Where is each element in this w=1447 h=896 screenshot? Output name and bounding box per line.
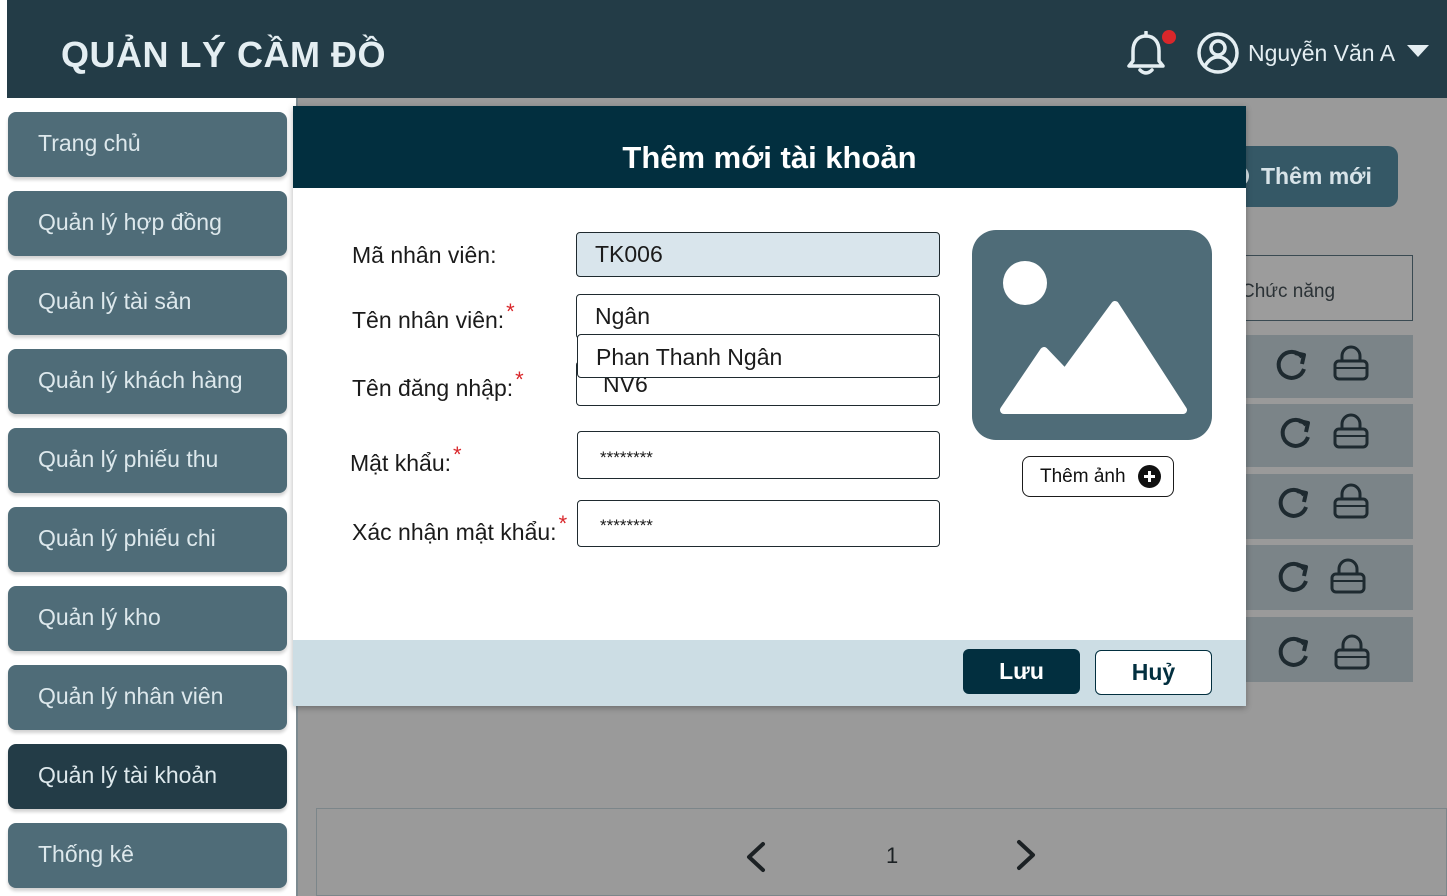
- username-label: Tên đăng nhập:*: [352, 367, 524, 401]
- add-new-button[interactable]: Thêm mới: [1227, 146, 1398, 207]
- sidebar-item-receipts[interactable]: Quản lý phiếu thu: [8, 428, 287, 493]
- reset-icon[interactable]: [1273, 483, 1313, 523]
- employee-code-label: Mã nhân viên:: [352, 242, 497, 268]
- add-image-label: Thêm ảnh: [1040, 466, 1126, 487]
- sidebar-item-home[interactable]: Trang chủ: [8, 112, 287, 177]
- cancel-button[interactable]: Huỷ: [1095, 650, 1212, 695]
- reset-icon[interactable]: [1275, 413, 1315, 453]
- notification-badge: [1162, 30, 1176, 44]
- employee-name-label: Tên nhân viên:*: [352, 299, 515, 333]
- table-row: [1232, 474, 1413, 539]
- employee-code-field: TK006: [576, 232, 940, 277]
- save-button[interactable]: Lưu: [963, 649, 1080, 694]
- table-row: [1232, 617, 1413, 682]
- lock-icon[interactable]: [1331, 412, 1371, 452]
- lock-icon[interactable]: [1331, 482, 1371, 522]
- confirm-password-label: Xác nhận mật khẩu:*: [352, 511, 568, 545]
- sidebar-item-contracts[interactable]: Quản lý hợp đồng: [8, 191, 287, 256]
- sidebar-item-assets[interactable]: Quản lý tài sản: [8, 270, 287, 335]
- add-account-modal: Thêm mới tài khoản Mã nhân viên: TK006 T…: [293, 106, 1246, 706]
- table-row: [1232, 335, 1413, 398]
- password-field[interactable]: ********: [577, 431, 940, 479]
- lock-icon[interactable]: [1328, 557, 1368, 597]
- password-label: Mật khẩu:*: [350, 442, 462, 476]
- plus-circle-icon: [1138, 465, 1161, 488]
- add-new-label: Thêm mới: [1261, 163, 1372, 189]
- page-number[interactable]: 1: [886, 843, 898, 869]
- pagination-bar: [316, 808, 1447, 896]
- function-column-header: Chức năng: [1232, 255, 1413, 321]
- table-row: [1232, 545, 1413, 610]
- chevron-down-icon[interactable]: [1407, 45, 1429, 57]
- lock-icon[interactable]: [1332, 633, 1372, 673]
- image-placeholder: [972, 230, 1212, 440]
- reset-icon[interactable]: [1273, 557, 1313, 597]
- reset-icon[interactable]: [1271, 345, 1311, 385]
- image-icon: [1000, 261, 1187, 414]
- confirm-password-field[interactable]: ********: [577, 500, 940, 547]
- reset-icon[interactable]: [1273, 632, 1313, 672]
- modal-title: Thêm mới tài khoản: [293, 106, 1246, 188]
- sidebar-item-statistics[interactable]: Thống kê: [8, 823, 287, 888]
- employee-name-field[interactable]: Ngân: [576, 294, 940, 339]
- app-title: QUẢN LÝ CẦM ĐỒ: [61, 34, 386, 75]
- chevron-right-icon[interactable]: [1013, 838, 1041, 872]
- sidebar-item-employees[interactable]: Quản lý nhân viên: [8, 665, 287, 730]
- lock-icon[interactable]: [1331, 344, 1371, 384]
- chevron-left-icon[interactable]: [741, 840, 769, 874]
- table-row: [1232, 404, 1413, 467]
- user-avatar-icon[interactable]: [1196, 31, 1240, 75]
- sidebar-item-payments[interactable]: Quản lý phiếu chi: [8, 507, 287, 572]
- add-image-button[interactable]: Thêm ảnh: [1022, 456, 1174, 497]
- user-name[interactable]: Nguyễn Văn A: [1248, 40, 1395, 67]
- sidebar-item-customers[interactable]: Quản lý khách hàng: [8, 349, 287, 414]
- sidebar-item-accounts[interactable]: Quản lý tài khoản: [8, 744, 287, 809]
- autocomplete-suggestion[interactable]: Phan Thanh Ngân: [577, 334, 940, 378]
- bell-icon[interactable]: [1125, 31, 1167, 77]
- sidebar-item-warehouse[interactable]: Quản lý kho: [8, 586, 287, 651]
